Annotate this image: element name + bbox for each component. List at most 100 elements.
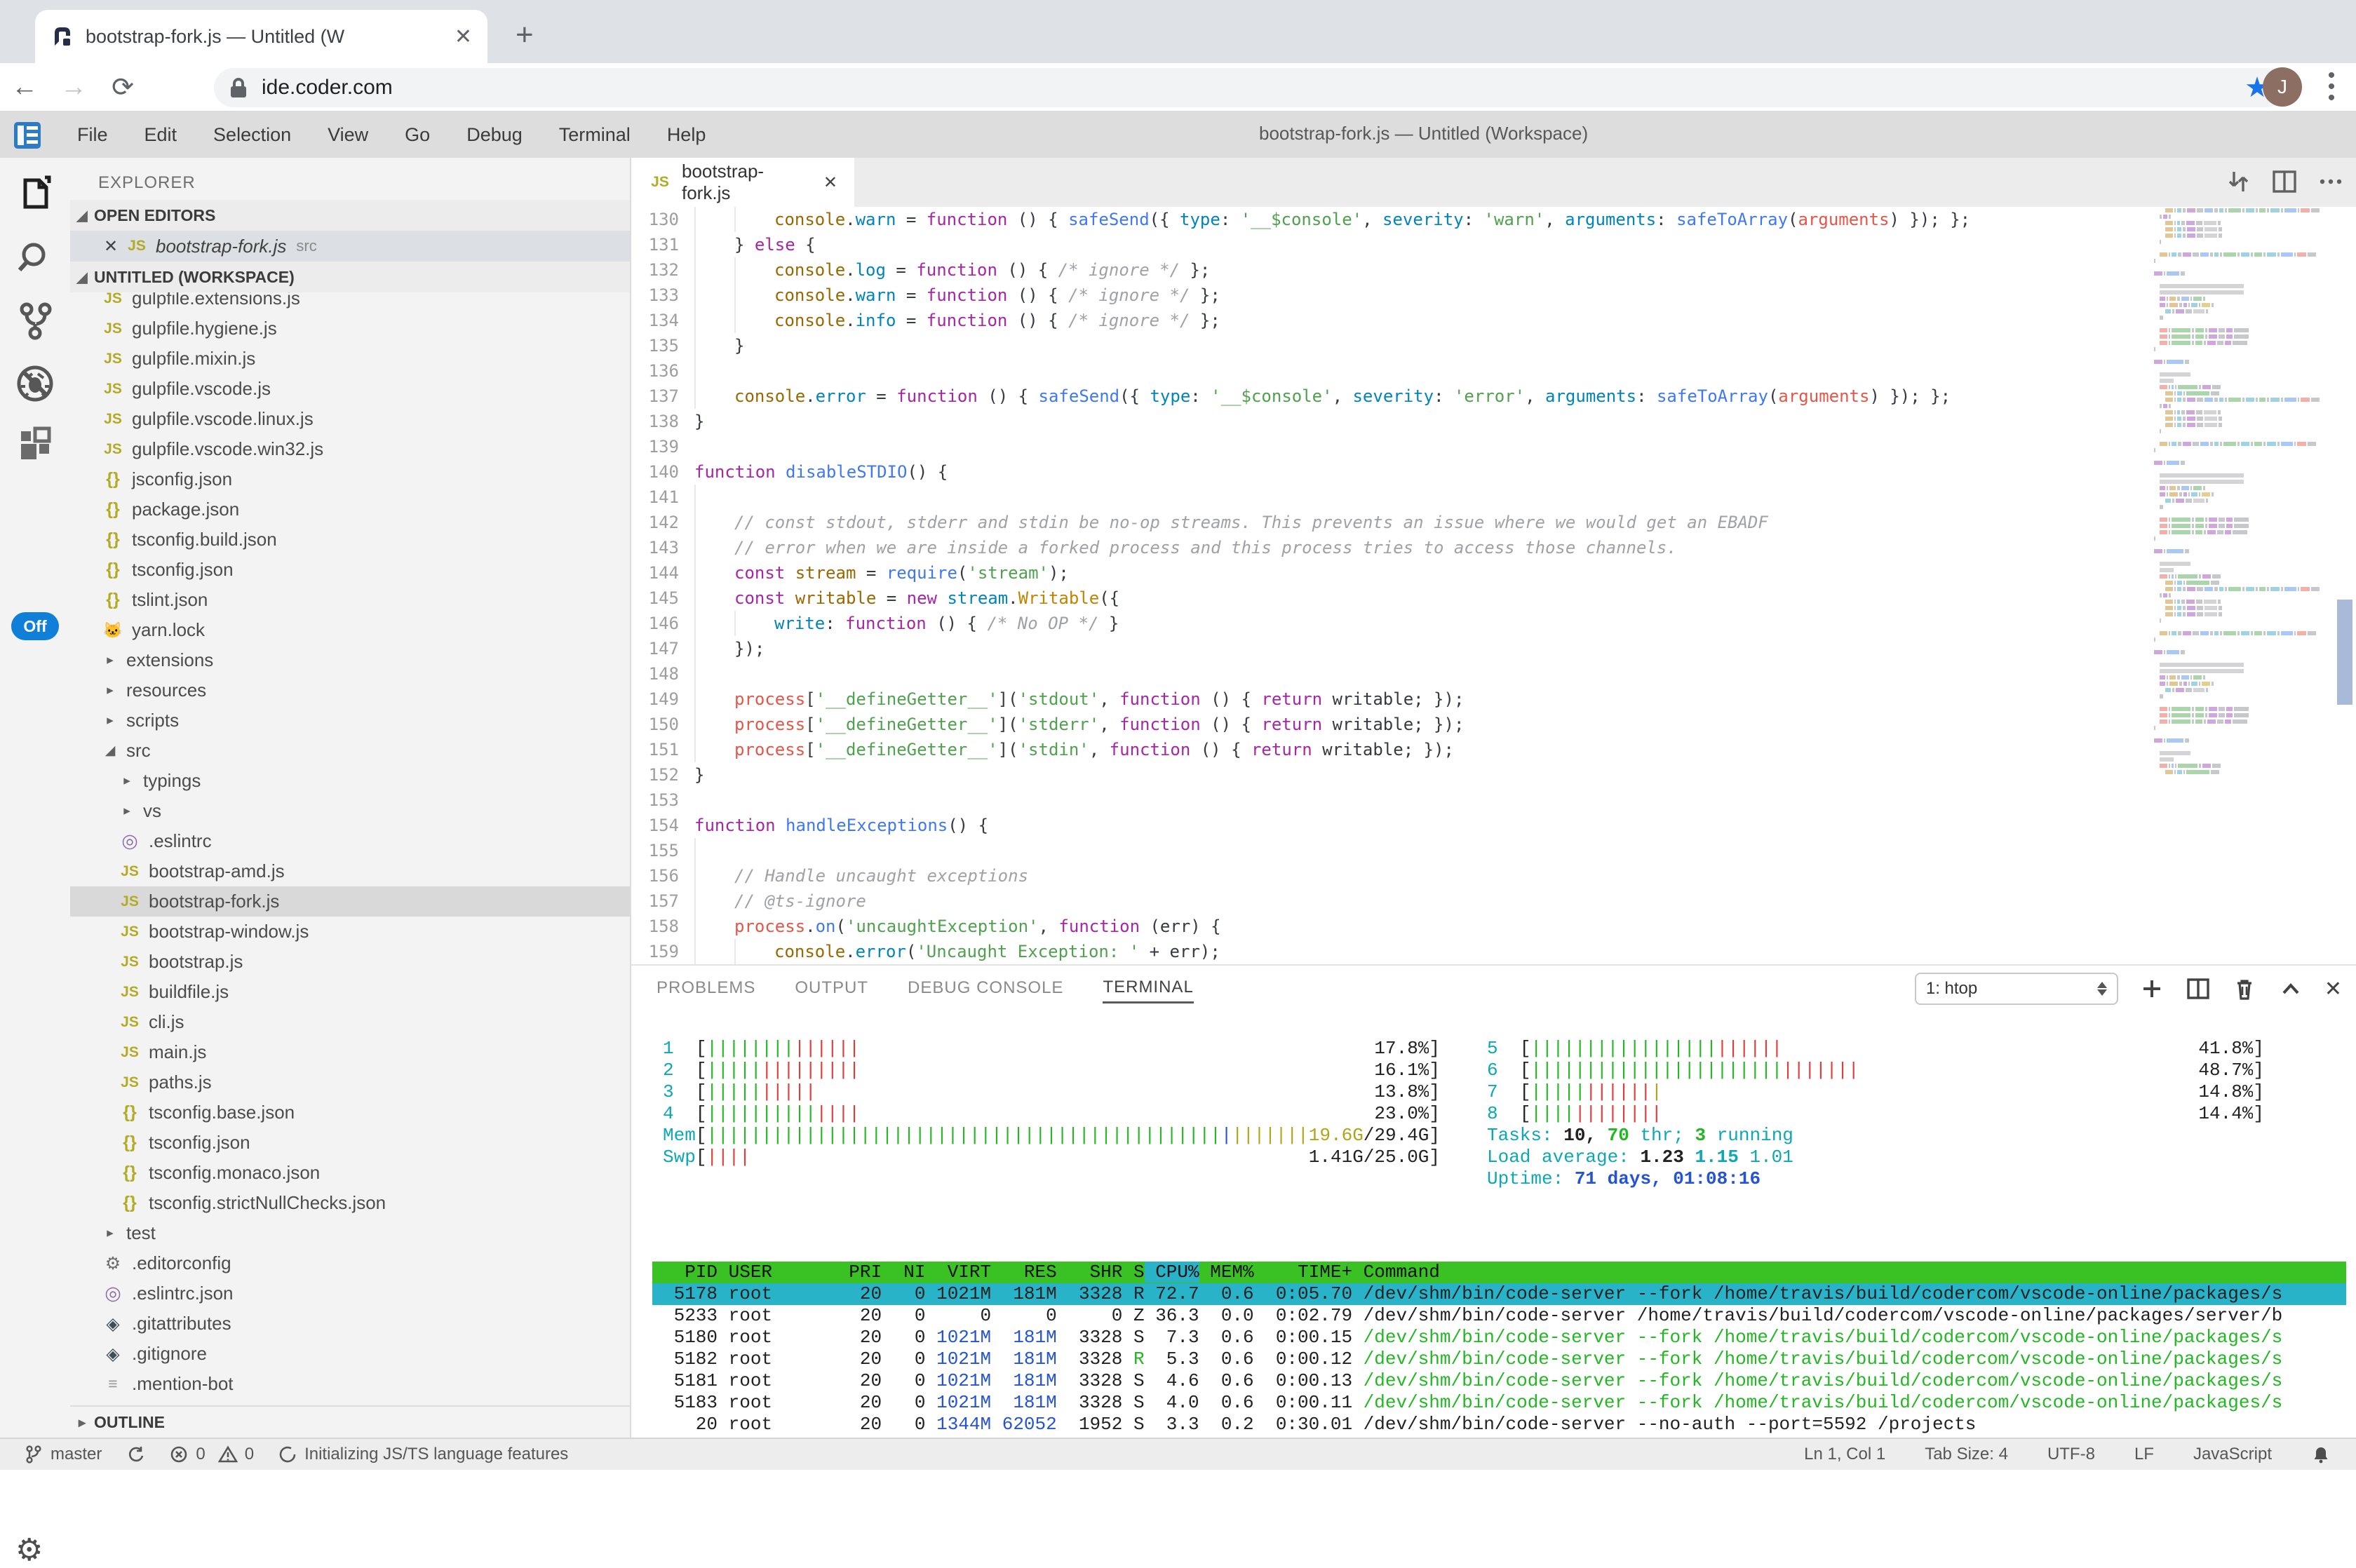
tree-item[interactable]: ≡.mention-bot: [70, 1369, 630, 1399]
tree-item[interactable]: JSbootstrap-fork.js: [70, 886, 630, 917]
tree-item[interactable]: JSgulpfile.vscode.linux.js: [70, 404, 630, 434]
offline-toggle-badge[interactable]: Off: [11, 612, 59, 640]
menu-selection[interactable]: Selection: [195, 124, 309, 146]
tree-item[interactable]: {}tsconfig.monaco.json: [70, 1158, 630, 1188]
tab-close-icon[interactable]: ✕: [823, 173, 837, 193]
tree-item[interactable]: JSgulpfile.vscode.win32.js: [70, 434, 630, 464]
split-terminal-icon[interactable]: [2186, 976, 2211, 1001]
tree-item[interactable]: ◎.eslintrc: [70, 826, 630, 856]
open-changes-icon[interactable]: [2224, 168, 2252, 196]
process-row[interactable]: 5181 root 20 0 1021M 181M 3328 S 4.6 0.6…: [652, 1370, 2346, 1392]
terminal[interactable]: 1 [||||||||||||||17.8%]2 [||||||||||||||…: [631, 1015, 2356, 1439]
panel-tab-problems[interactable]: PROBLEMS: [657, 978, 755, 1002]
back-icon[interactable]: ←: [0, 72, 49, 102]
menu-edit[interactable]: Edit: [126, 124, 196, 146]
new-tab-button[interactable]: +: [516, 18, 534, 52]
kill-terminal-icon[interactable]: [2232, 976, 2257, 1001]
panel-tab-terminal[interactable]: TERMINAL: [1103, 978, 1193, 1003]
browser-tab[interactable]: bootstrap-fork.js — Untitled (W ✕: [35, 10, 487, 63]
branch-indicator[interactable]: master: [24, 1445, 102, 1464]
more-actions-icon[interactable]: [2317, 168, 2345, 196]
menu-help[interactable]: Help: [649, 124, 725, 146]
tree-item[interactable]: {}package.json: [70, 494, 630, 525]
tree-item[interactable]: ◈.gitattributes: [70, 1309, 630, 1339]
tab-close-icon[interactable]: ✕: [455, 25, 472, 49]
url-bar[interactable]: ide.coder.com ★: [214, 68, 2287, 107]
tree-item[interactable]: JSpaths.js: [70, 1067, 630, 1097]
process-row[interactable]: 5233 root 20 0 0 0 0 Z 36.3 0.0 0:02.79 …: [652, 1305, 2346, 1327]
tab-size[interactable]: Tab Size: 4: [1925, 1445, 2008, 1464]
scrollbar-thumb[interactable]: [2337, 600, 2352, 705]
sync-button[interactable]: [126, 1445, 145, 1464]
source-control-icon[interactable]: [14, 299, 56, 342]
process-row[interactable]: 5183 root 20 0 1021M 181M 3328 S 4.0 0.6…: [652, 1392, 2346, 1414]
reload-icon[interactable]: ⟳: [98, 72, 147, 103]
tree-item[interactable]: ▸test: [70, 1218, 630, 1248]
terminal-select[interactable]: 1: htop: [1915, 973, 2118, 1005]
tree-item[interactable]: ◢src: [70, 736, 630, 766]
editor-tab[interactable]: JS bootstrap-fork.js ✕: [631, 158, 854, 207]
tree-item[interactable]: JSmain.js: [70, 1037, 630, 1067]
url-text[interactable]: ide.coder.com: [262, 76, 393, 100]
language-mode[interactable]: JavaScript: [2193, 1445, 2272, 1464]
menu-view[interactable]: View: [309, 124, 386, 146]
tree-item[interactable]: ▸scripts: [70, 705, 630, 736]
tree-item[interactable]: {}tsconfig.json: [70, 555, 630, 585]
explorer-icon[interactable]: [14, 173, 56, 215]
tree-item[interactable]: ▸extensions: [70, 645, 630, 675]
process-row[interactable]: 5180 root 20 0 1021M 181M 3328 S 7.3 0.6…: [652, 1327, 2346, 1349]
tree-item[interactable]: JSgulpfile.mixin.js: [70, 344, 630, 374]
tree-item[interactable]: JScli.js: [70, 1007, 630, 1037]
problems-indicator[interactable]: 0 0: [169, 1445, 254, 1464]
panel-tab-output[interactable]: OUTPUT: [795, 978, 868, 1002]
code-viewport[interactable]: 130console.warn = function () { safeSend…: [631, 207, 2150, 964]
tree-item[interactable]: JSbootstrap-window.js: [70, 917, 630, 947]
extensions-icon[interactable]: [14, 426, 56, 468]
tree-item[interactable]: JSgulpfile.vscode.js: [70, 374, 630, 404]
tree-item[interactable]: JSgulpfile.hygiene.js: [70, 313, 630, 344]
panel-tab-debug-console[interactable]: DEBUG CONSOLE: [908, 978, 1063, 1002]
tree-item[interactable]: JSbuildfile.js: [70, 977, 630, 1007]
tree-item[interactable]: ▸vs: [70, 796, 630, 826]
tree-item[interactable]: JSbootstrap-amd.js: [70, 856, 630, 886]
tree-item[interactable]: {}tsconfig.base.json: [70, 1097, 630, 1128]
debug-disabled-icon[interactable]: [14, 363, 56, 405]
tree-item[interactable]: JSbootstrap.js: [70, 947, 630, 977]
search-icon[interactable]: [14, 236, 56, 278]
cursor-position[interactable]: Ln 1, Col 1: [1804, 1445, 1885, 1464]
workspace-header[interactable]: ◢ UNTITLED (WORKSPACE): [70, 262, 630, 292]
settings-gear-icon[interactable]: ⚙: [15, 1532, 43, 1568]
menu-debug[interactable]: Debug: [448, 124, 541, 146]
split-editor-icon[interactable]: [2270, 168, 2298, 196]
tree-item[interactable]: ◎.eslintrc.json: [70, 1278, 630, 1309]
process-row[interactable]: 5182 root 20 0 1021M 181M 3328 R 5.3 0.6…: [652, 1349, 2346, 1370]
tree-item[interactable]: ▸typings: [70, 766, 630, 796]
menu-go[interactable]: Go: [386, 124, 448, 146]
outline-header[interactable]: ▸ OUTLINE: [70, 1405, 630, 1438]
tree-item[interactable]: ⚙.editorconfig: [70, 1248, 630, 1278]
process-row[interactable]: 20 root 20 0 1344M 62052 1952 S 3.3 0.2 …: [652, 1414, 2346, 1435]
open-editor-item[interactable]: ✕ JS bootstrap-fork.js src: [70, 231, 630, 262]
tree-item[interactable]: {}tsconfig.json: [70, 1128, 630, 1158]
minimap[interactable]: [2150, 203, 2336, 961]
close-icon[interactable]: ✕: [104, 236, 125, 257]
encoding[interactable]: UTF-8: [2047, 1445, 2095, 1464]
open-editors-header[interactable]: ◢ OPEN EDITORS: [70, 200, 630, 231]
avatar[interactable]: J: [2263, 67, 2302, 107]
tree-item[interactable]: {}jsconfig.json: [70, 464, 630, 494]
close-panel-icon[interactable]: ✕: [2324, 977, 2342, 1001]
menu-terminal[interactable]: Terminal: [541, 124, 649, 146]
notifications-bell-icon[interactable]: [2311, 1445, 2331, 1464]
maximize-panel-icon[interactable]: [2278, 976, 2303, 1001]
new-terminal-icon[interactable]: [2139, 976, 2165, 1001]
browser-menu-icon[interactable]: •••: [2317, 70, 2345, 104]
menu-file[interactable]: File: [59, 124, 126, 146]
tree-item[interactable]: ◈.gitignore: [70, 1339, 630, 1369]
tree-item[interactable]: {}tsconfig.strictNullChecks.json: [70, 1188, 630, 1218]
tree-item[interactable]: {}tslint.json: [70, 585, 630, 615]
tree-item[interactable]: ▸resources: [70, 675, 630, 705]
process-row[interactable]: 5178 root 20 0 1021M 181M 3328 R 72.7 0.…: [652, 1283, 2346, 1305]
tree-item[interactable]: {}tsconfig.build.json: [70, 525, 630, 555]
eol-sequence[interactable]: LF: [2134, 1445, 2154, 1464]
tree-item[interactable]: 🐱yarn.lock: [70, 615, 630, 645]
